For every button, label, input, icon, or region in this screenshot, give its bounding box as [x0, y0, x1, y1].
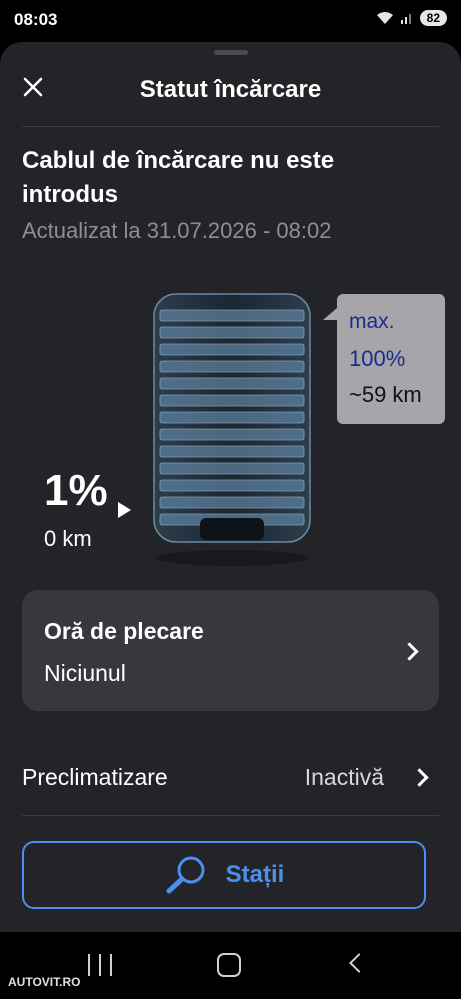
wifi-icon — [376, 12, 393, 24]
max-label: max. — [349, 310, 395, 333]
battery-cell-stripe — [159, 377, 305, 390]
drag-handle[interactable] — [214, 50, 248, 55]
departure-title: Oră de plecare — [44, 618, 204, 644]
chevron-right-icon[interactable] — [410, 768, 429, 787]
departure-time-card[interactable]: Oră de plecare Niciunul — [22, 590, 439, 711]
back-button[interactable] — [349, 953, 369, 973]
watermark: AUTOVIT.RO — [8, 975, 81, 989]
stations-button[interactable]: Stații — [22, 841, 426, 909]
battery-cell-stripe — [159, 411, 305, 424]
updated-timestamp: Actualizat la 31.07.2026 - 08:02 — [22, 218, 332, 243]
battery-graphic — [153, 293, 311, 566]
search-icon — [166, 856, 205, 894]
battery-cell-stripe — [159, 462, 305, 475]
battery-cell-stripe — [159, 479, 305, 492]
home-button[interactable] — [217, 953, 241, 977]
chevron-right-icon — [400, 642, 419, 661]
clock: 08:03 — [14, 10, 58, 29]
battery-cell-stripe — [159, 326, 305, 339]
page-title: Statut încărcare — [139, 76, 322, 103]
status-bar: 08:03 82 — [0, 0, 461, 42]
preclimatization-divider — [22, 815, 439, 816]
battery-indicator: 82 — [419, 10, 447, 26]
battery-cell-stripe — [159, 394, 305, 407]
battery-cell-stripe — [159, 496, 305, 509]
battery-cell-stripe — [159, 309, 305, 322]
charge-level-pointer-icon — [118, 502, 131, 518]
charging-status-sheet: Statut încărcare Cablul de încărcare nu … — [0, 42, 461, 932]
signal-icon — [400, 14, 411, 24]
battery-cell-stripe — [159, 428, 305, 441]
preclimatization-label[interactable]: Preclimatizare — [22, 764, 168, 791]
battery-cell-stripe — [159, 343, 305, 356]
cable-status-text: Cablul de încărcare nu este introdus — [22, 147, 335, 208]
current-range: 0 km — [44, 526, 92, 551]
battery-cell-stripe — [159, 360, 305, 373]
recent-apps-button[interactable] — [88, 954, 112, 976]
max-range: ~59 km — [349, 382, 422, 407]
status-icons: 82 — [376, 10, 447, 26]
max-percent: 100% — [349, 346, 406, 371]
battery-cell-stripe — [159, 445, 305, 458]
preclimatization-value[interactable]: Inactivă — [305, 764, 384, 791]
max-charge-bubble: max. 100% ~59 km — [323, 294, 445, 424]
stations-label: Stații — [225, 861, 285, 888]
current-charge-percent: 1% — [44, 466, 108, 515]
departure-value: Niciunul — [44, 660, 126, 686]
header-divider — [22, 126, 439, 127]
